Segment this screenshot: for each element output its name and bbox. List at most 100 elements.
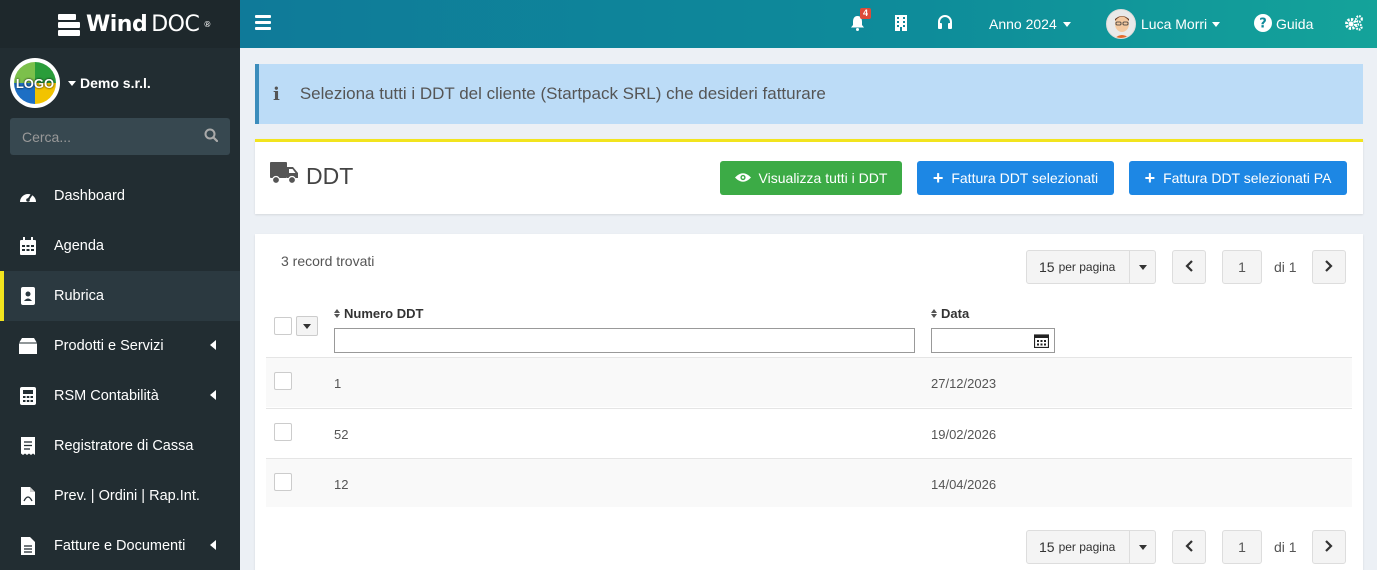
ddt-date: 14/04/2026 [931, 477, 997, 492]
pdf-file-icon [18, 486, 38, 506]
chevron-left-icon [210, 540, 216, 550]
sidebar-item-rsm-contabilita[interactable]: RSM Contabilità [0, 371, 240, 421]
invoice-selected-ddt-pa-button[interactable]: + Fattura DDT selezionati PA [1129, 161, 1347, 195]
sidebar-item-registratore[interactable]: Registratore di Cassa [0, 421, 240, 471]
caret-down-icon [1212, 21, 1221, 27]
ddt-title: DDT [306, 162, 354, 189]
support-button[interactable] [937, 0, 953, 48]
brand[interactable]: Wind DOC ® [0, 0, 240, 48]
chevron-left-icon [210, 390, 216, 400]
next-page-button[interactable] [1311, 250, 1346, 284]
page-number-input[interactable]: 1 [1222, 530, 1262, 564]
invoice-selected-ddt-label: Fattura DDT selezionati [951, 170, 1099, 186]
top-navbar: 4 Anno 2024 Luca Morri ? Guida [240, 0, 1377, 48]
chevron-left-icon [1185, 539, 1193, 555]
page-number-input[interactable]: 1 [1222, 250, 1262, 284]
company-name-wrap[interactable]: Demo s.r.l. [68, 75, 151, 91]
page-total: di 1 [1274, 539, 1297, 555]
ddt-number: 52 [334, 427, 349, 442]
building-icon [895, 14, 907, 34]
column-date-label: Data [941, 306, 970, 321]
per-page-select[interactable]: 15 per pagina [1026, 530, 1130, 564]
sort-icon [334, 309, 340, 318]
select-all-checkbox[interactable] [274, 317, 292, 335]
year-label: Anno 2024 [989, 16, 1057, 32]
file-icon [18, 536, 38, 556]
view-all-ddt-button[interactable]: Visualizza tutti i DDT [720, 161, 902, 195]
sort-icon [931, 309, 937, 318]
building-button[interactable] [895, 0, 907, 48]
avatar [1106, 9, 1136, 39]
help-label: Guida [1276, 16, 1314, 32]
help-button[interactable]: ? Guida [1254, 0, 1313, 48]
number-filter-input[interactable] [334, 328, 915, 353]
company-selector[interactable]: LOGO Demo s.r.l. [0, 48, 240, 118]
user-name: Luca Morri [1141, 16, 1208, 32]
per-page-select[interactable]: 15 per pagina [1026, 250, 1130, 284]
date-filter-input[interactable] [931, 328, 1055, 353]
row-checkbox[interactable] [274, 423, 292, 441]
sidebar-item-label: Prodotti e Servizi [54, 338, 164, 354]
company-logo: LOGO [10, 58, 60, 108]
info-icon: i [273, 83, 280, 105]
settings-button[interactable] [1344, 0, 1364, 48]
per-page-dropdown[interactable] [1130, 530, 1156, 564]
pagination-top: 15 per pagina 1 di 1 [1026, 250, 1346, 284]
brand-name-bold: Wind [86, 11, 148, 37]
prev-page-button[interactable] [1172, 250, 1206, 284]
calendar-icon [18, 236, 38, 256]
calculator-icon [18, 386, 38, 406]
search-input[interactable] [22, 128, 182, 145]
records-count: 3 record trovati [281, 253, 375, 269]
row-checkbox[interactable] [274, 473, 292, 491]
headset-icon [937, 15, 953, 33]
gauge-icon [18, 186, 38, 206]
notifications-badge: 4 [860, 8, 872, 19]
ddt-date: 27/12/2023 [931, 376, 997, 391]
gears-icon [1344, 14, 1364, 34]
sidebar-item-rubrica[interactable]: Rubrica [0, 271, 240, 321]
invoice-selected-ddt-button[interactable]: + Fattura DDT selezionati [917, 161, 1114, 195]
view-all-ddt-label: Visualizza tutti i DDT [758, 170, 888, 186]
invoice-selected-ddt-pa-label: Fattura DDT selezionati PA [1163, 170, 1332, 186]
search-icon[interactable] [204, 128, 219, 145]
ddt-date: 19/02/2026 [931, 427, 997, 442]
select-all-dropdown[interactable] [296, 316, 318, 336]
per-page-suffix: per pagina [1058, 260, 1116, 274]
sidebar-item-prodotti[interactable]: Prodotti e Servizi [0, 321, 240, 371]
sidebar-item-preventivi-ordini[interactable]: Prev. | Ordini | Rap.Int. [0, 471, 240, 521]
windoc-logo-icon [58, 12, 80, 36]
caret-down-icon [68, 80, 76, 86]
company-logo-mark: LOGO [14, 62, 56, 104]
per-page-dropdown[interactable] [1130, 250, 1156, 284]
table-row[interactable]: 52 19/02/2026 [266, 408, 1352, 458]
brand-reg: ® [203, 19, 211, 29]
page-total: di 1 [1274, 259, 1297, 275]
prev-page-button[interactable] [1172, 530, 1206, 564]
ddt-header-box: DDT Visualizza tutti i DDT + Fattura DDT… [255, 139, 1363, 214]
sidebar-item-dashboard[interactable]: Dashboard [0, 171, 240, 221]
company-name: Demo s.r.l. [80, 75, 151, 91]
sidebar-item-label: Prev. | Ordini | Rap.Int. [54, 488, 200, 504]
chevron-left-icon [1185, 259, 1193, 275]
column-header-date[interactable]: Data [931, 306, 969, 321]
table-row[interactable]: 12 14/04/2026 [266, 458, 1352, 507]
column-number-label: Numero DDT [344, 306, 424, 321]
column-header-number[interactable]: Numero DDT [334, 306, 423, 321]
sidebar-item-label: Dashboard [54, 188, 125, 204]
row-checkbox[interactable] [274, 372, 292, 390]
address-book-icon [18, 286, 38, 306]
hamburger-menu-icon[interactable] [255, 15, 271, 30]
ddt-number: 12 [334, 477, 349, 492]
user-menu[interactable]: Luca Morri [1106, 0, 1221, 48]
info-alert: i Seleziona tutti i DDT del cliente (Sta… [255, 64, 1363, 124]
year-selector[interactable]: Anno 2024 [989, 0, 1071, 48]
calendar-icon[interactable] [1033, 333, 1050, 351]
sidebar-item-agenda[interactable]: Agenda [0, 221, 240, 271]
table-row[interactable]: 1 27/12/2023 [266, 357, 1352, 407]
next-page-button[interactable] [1311, 530, 1346, 564]
plus-icon: + [932, 168, 944, 188]
box-icon [18, 336, 38, 356]
sidebar-item-fatture[interactable]: Fatture e Documenti [0, 521, 240, 570]
caret-down-icon [1138, 264, 1147, 270]
